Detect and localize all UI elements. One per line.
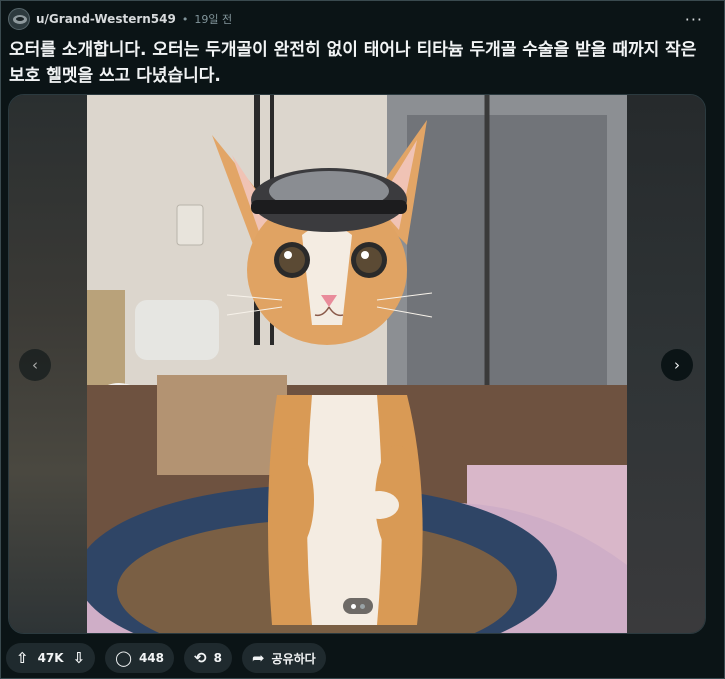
media-gallery[interactable]: ‹ › [8,94,706,634]
crosspost-button[interactable]: ⟲ 8 [184,643,232,673]
cat-photo-illustration [87,95,627,633]
next-image-button[interactable]: › [661,349,693,381]
vote-control: ⇧ 47K ⇩ [6,643,96,673]
chevron-left-icon: ‹ [32,355,38,374]
action-bar: ⇧ 47K ⇩ ◯ 448 ⟲ 8 ➦ 공유하다 [6,643,326,673]
username-link[interactable]: u/Grand-Western549 [36,12,176,26]
downvote-icon[interactable]: ⇩ [73,650,86,666]
gallery-pagination [343,598,373,614]
pagination-dot[interactable] [360,603,365,609]
chevron-right-icon: › [674,355,680,374]
separator-dot: • [181,12,189,26]
vote-count: 47K [37,651,64,665]
post-image[interactable] [87,95,627,633]
share-label: 공유하다 [271,651,316,666]
more-options-icon[interactable]: ··· [685,10,703,29]
upvote-icon[interactable]: ⇧ [16,650,29,666]
previous-image-button[interactable]: ‹ [19,349,51,381]
crosspost-count: 8 [213,651,222,665]
crosspost-icon: ⟲ [194,648,207,667]
share-icon: ➦ [251,648,265,667]
user-avatar[interactable] [8,8,30,30]
post-time: 19일 전 [194,13,233,26]
post-title[interactable]: 오터를 소개합니다. 오터는 두개골이 완전히 없이 태어나 티타늄 두개골 수… [9,37,709,89]
share-button[interactable]: ➦ 공유하다 [241,643,326,673]
post-header: u/Grand-Western549 • 19일 전 [8,8,232,30]
comment-count: 448 [138,651,165,665]
comments-button[interactable]: ◯ 448 [105,643,175,673]
comment-icon: ◯ [115,648,132,667]
pagination-dot-active[interactable] [351,603,356,609]
